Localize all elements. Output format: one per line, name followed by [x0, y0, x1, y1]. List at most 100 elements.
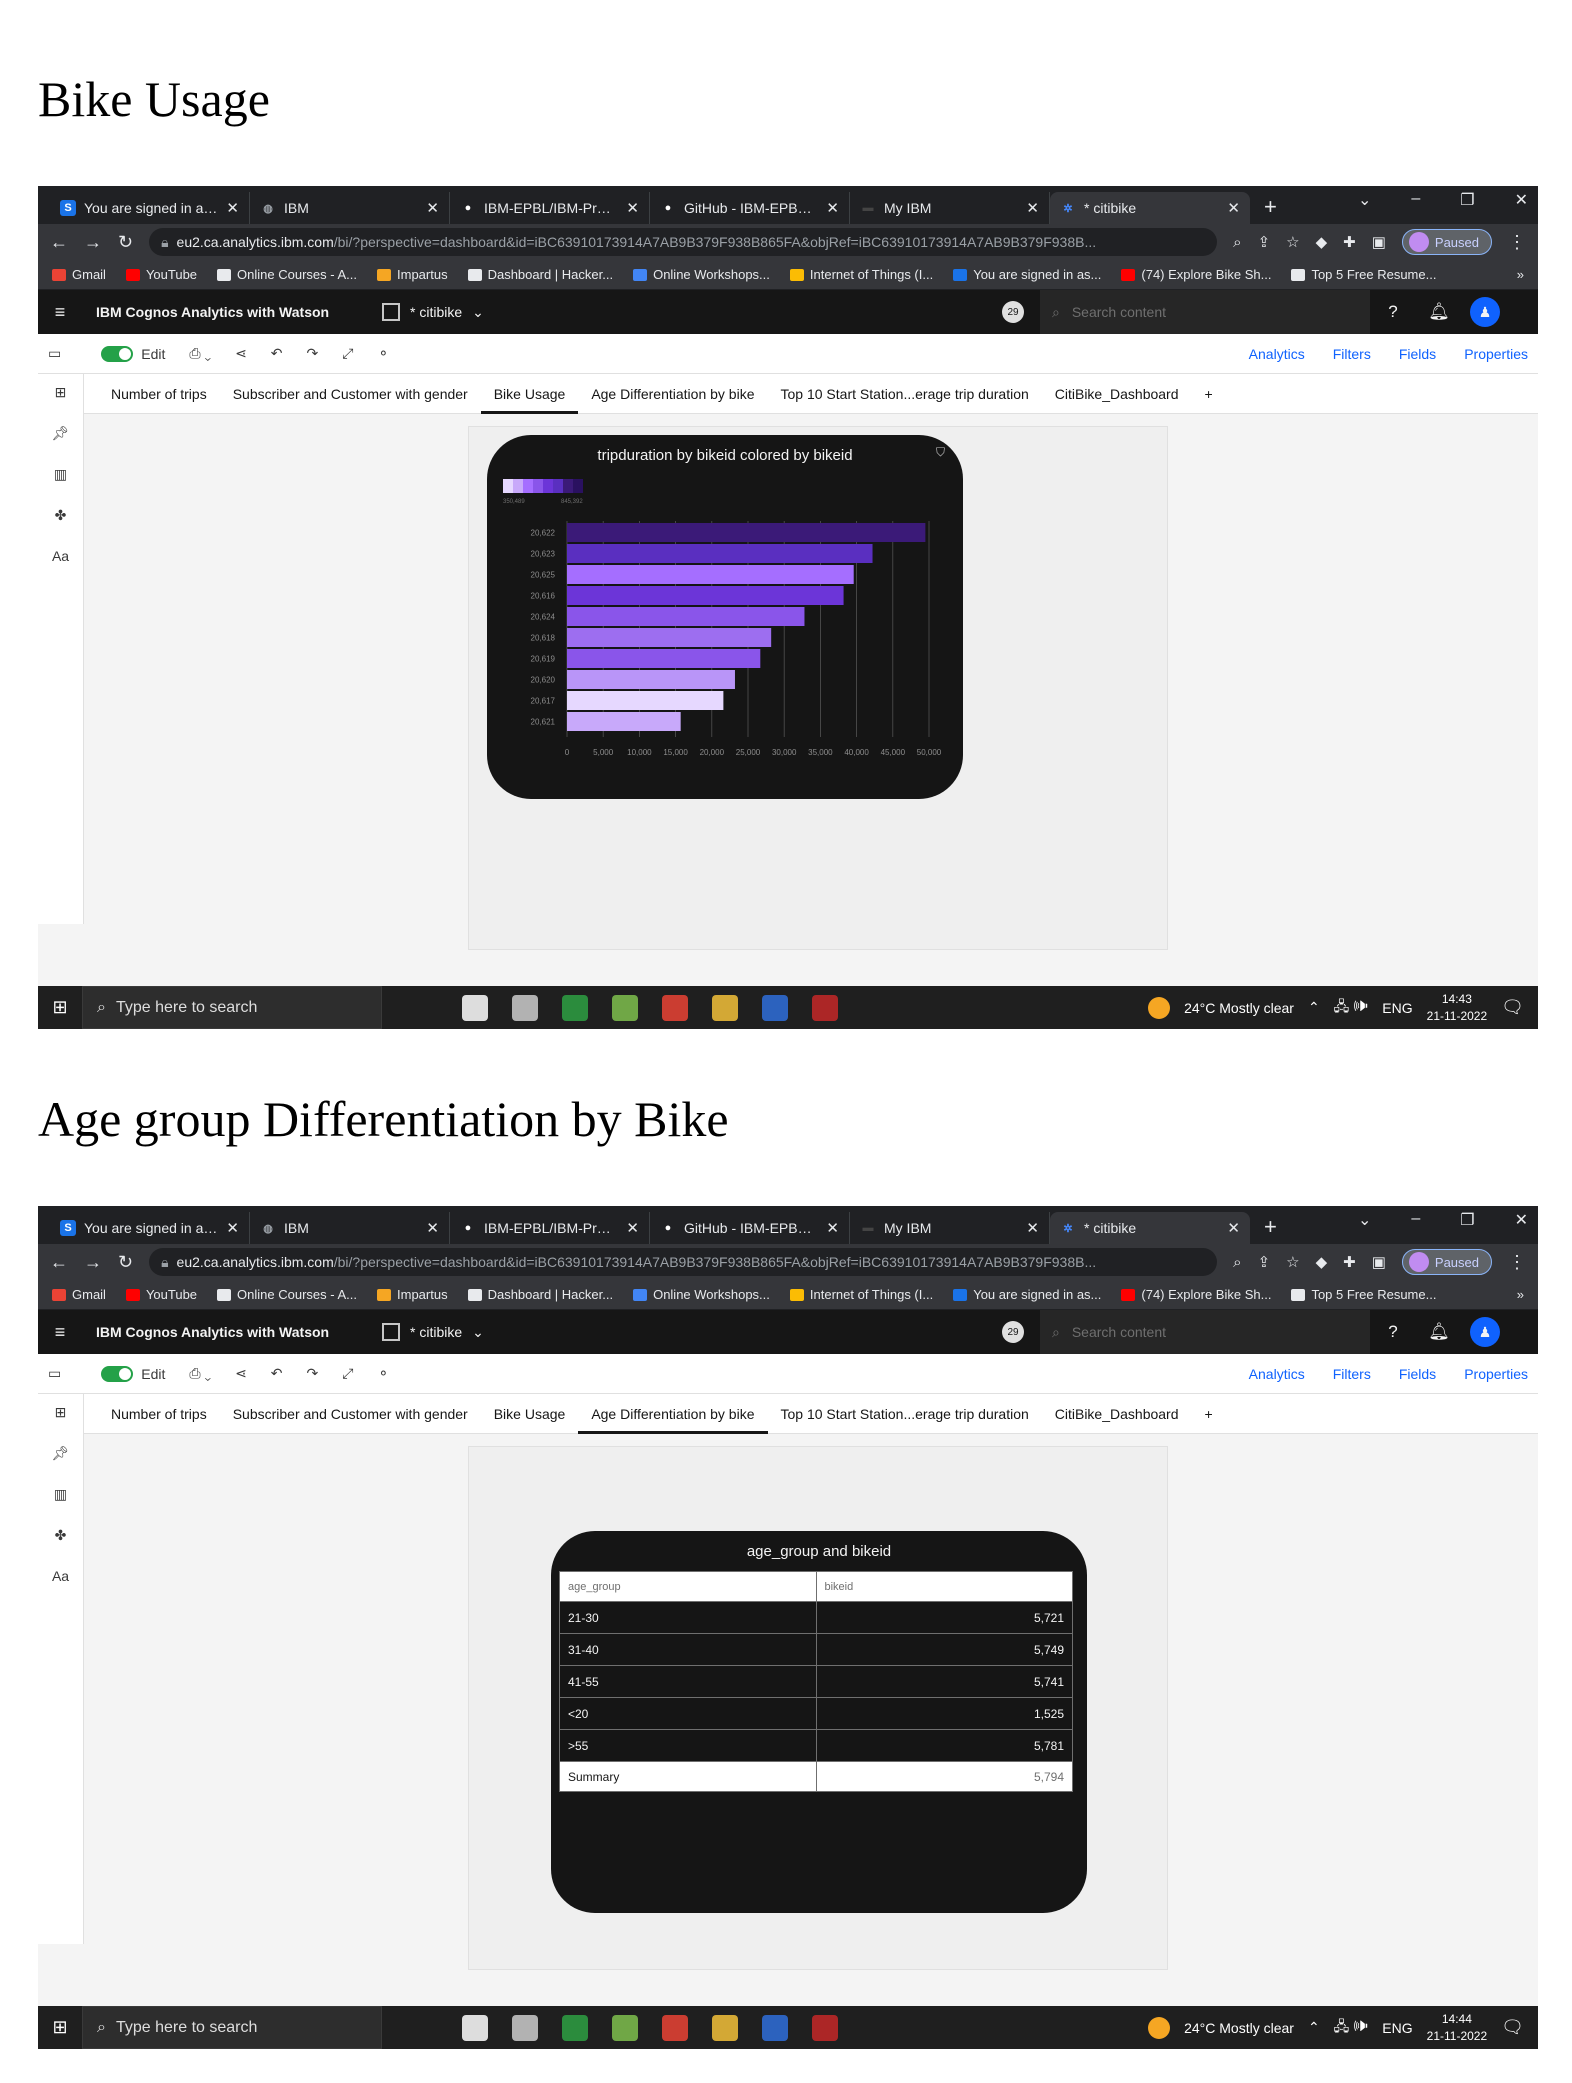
- hamburger-menu-icon[interactable]: ≡: [38, 302, 82, 323]
- network-icon[interactable]: 🖧︎ 🕪︎: [1334, 2016, 1369, 2040]
- bookmark[interactable]: Gmail: [52, 1287, 106, 1302]
- help-icon[interactable]: ?: [1370, 302, 1416, 322]
- forward-icon[interactable]: →: [84, 1252, 102, 1273]
- close-tab-icon[interactable]: ✕: [626, 1219, 639, 1237]
- new-tab-icon[interactable]: +: [1264, 1214, 1277, 1240]
- bookmark[interactable]: You are signed in as...: [953, 267, 1101, 282]
- forward-icon[interactable]: →: [84, 232, 102, 253]
- browser-tab[interactable]: ▬ My IBM ✕: [850, 1212, 1050, 1244]
- bar[interactable]: [567, 607, 805, 626]
- notification-count[interactable]: 29: [1002, 1321, 1024, 1343]
- extension-icon[interactable]: ◆: [1316, 233, 1328, 251]
- user-icon[interactable]: ♟: [1470, 297, 1500, 327]
- undo-icon[interactable]: ↶: [271, 1365, 283, 1382]
- profile-button[interactable]: Paused: [1401, 1249, 1492, 1275]
- dashboard-tab[interactable]: Bike Usage: [481, 1394, 579, 1434]
- comment-icon[interactable]: ▭: [48, 345, 61, 362]
- bookmark[interactable]: (74) Explore Bike Sh...: [1121, 267, 1271, 282]
- reload-icon[interactable]: ↻: [118, 232, 133, 253]
- edit-toggle[interactable]: Edit: [101, 345, 165, 362]
- chevron-down-icon[interactable]: ⌄: [472, 304, 484, 321]
- restore-icon[interactable]: ❐: [1460, 190, 1474, 210]
- app-icon[interactable]: [562, 2014, 588, 2041]
- bookmark[interactable]: Dashboard | Hacker...: [467, 1287, 613, 1302]
- dashboard-tab[interactable]: Bike Usage: [480, 374, 579, 414]
- browser-tab[interactable]: ● GitHub - IBM-EPBL/IB ✕: [650, 192, 850, 224]
- weather-text[interactable]: 24°C Mostly clear: [1184, 1000, 1294, 1016]
- explorer-icon[interactable]: [712, 2014, 738, 2041]
- windows-start-icon[interactable]: ⊞: [38, 997, 82, 1018]
- add-tab-button[interactable]: +: [1192, 374, 1226, 414]
- close-tab-icon[interactable]: ✕: [1026, 1219, 1039, 1237]
- close-window-icon[interactable]: ✕: [1515, 190, 1528, 210]
- chevron-down-icon[interactable]: ⌄: [1358, 190, 1371, 210]
- bell-icon[interactable]: 🔔︎: [1416, 302, 1462, 322]
- sidebar-icon[interactable]: ▣: [1372, 1253, 1386, 1271]
- close-window-icon[interactable]: ✕: [1515, 1210, 1528, 1230]
- zoom-icon[interactable]: ⌕: [1233, 1254, 1241, 1271]
- close-tab-icon[interactable]: ✕: [1227, 1219, 1240, 1237]
- cortana-icon[interactable]: [462, 994, 488, 1021]
- notepad-icon[interactable]: [612, 2014, 638, 2041]
- bookmark[interactable]: Online Workshops...: [633, 1287, 770, 1302]
- puzzle-icon[interactable]: ✚: [1343, 233, 1356, 251]
- chevron-up-icon[interactable]: ⌃: [1308, 999, 1320, 1016]
- bookmark[interactable]: Impartus: [377, 267, 448, 282]
- browser-tab[interactable]: ● IBM-EPBL/IBM-Projec ✕: [450, 192, 650, 224]
- tool-filters[interactable]: Filters: [1333, 346, 1371, 362]
- dashboard-tab[interactable]: Number of trips: [98, 1394, 220, 1434]
- bookmark[interactable]: YouTube: [125, 267, 197, 282]
- dashboard-tab[interactable]: Age Differentiation by bike: [578, 1394, 768, 1434]
- close-tab-icon[interactable]: ✕: [1227, 199, 1240, 217]
- back-icon[interactable]: ←: [50, 232, 68, 253]
- bar[interactable]: [567, 586, 844, 605]
- table-row[interactable]: 21-30 5,721: [559, 1601, 1073, 1634]
- tree-icon[interactable]: ⊞: [55, 1404, 67, 1421]
- star-icon[interactable]: ☆: [1286, 1253, 1299, 1271]
- bar[interactable]: [567, 544, 873, 563]
- restore-icon[interactable]: ❐: [1460, 1210, 1474, 1230]
- edit-toggle[interactable]: Edit: [101, 1365, 165, 1382]
- dashboard-tab[interactable]: CitiBike_Dashboard: [1042, 1394, 1192, 1434]
- report-selector[interactable]: * citibike ⌄: [382, 1323, 1002, 1341]
- text-icon[interactable]: Aa: [52, 1568, 69, 1584]
- task-view-icon[interactable]: [512, 2014, 538, 2041]
- bar[interactable]: [567, 670, 735, 689]
- save-icon[interactable]: ⎙ ⌄: [189, 1365, 211, 1382]
- share-icon[interactable]: ⋖: [235, 1365, 247, 1382]
- bookmark[interactable]: Gmail: [52, 267, 106, 282]
- more-bookmarks-icon[interactable]: »: [1517, 267, 1524, 282]
- tool-analytics[interactable]: Analytics: [1249, 346, 1305, 362]
- bookmark[interactable]: Online Courses - A...: [217, 267, 357, 282]
- fullscreen-icon[interactable]: ⤢: [342, 1365, 353, 1382]
- toggle-switch[interactable]: [101, 1365, 134, 1382]
- tool-properties[interactable]: Properties: [1464, 346, 1528, 362]
- table-row[interactable]: <20 1,525: [559, 1697, 1073, 1730]
- widgets-icon[interactable]: ✤: [55, 507, 67, 524]
- dashboard-tab[interactable]: Number of trips: [98, 374, 220, 414]
- chrome-icon[interactable]: [662, 994, 688, 1021]
- pin-icon[interactable]: 📌︎: [52, 425, 70, 442]
- zoom-icon[interactable]: ⌕: [1233, 234, 1241, 251]
- chevron-down-icon[interactable]: ⌄: [1358, 1210, 1371, 1230]
- bell-icon[interactable]: 🔔︎: [1416, 1322, 1462, 1342]
- browser-tab[interactable]: ◍ IBM ✕: [250, 192, 450, 224]
- chart-card[interactable]: tripduration by bikeid colored by bikeid…: [487, 435, 963, 799]
- windows-start-icon[interactable]: ⊞: [38, 2017, 82, 2038]
- tool-fields[interactable]: Fields: [1399, 346, 1436, 362]
- bookmark[interactable]: Online Workshops...: [633, 267, 770, 282]
- help-icon[interactable]: ?: [1370, 1322, 1416, 1342]
- widgets-icon[interactable]: ✤: [55, 1527, 67, 1544]
- report-selector[interactable]: * citibike ⌄: [382, 303, 1002, 321]
- more-bookmarks-icon[interactable]: »: [1517, 1287, 1524, 1302]
- star-icon[interactable]: ☆: [1286, 233, 1299, 251]
- browser-tab[interactable]: ● IBM-EPBL/IBM-Projec ✕: [450, 1212, 650, 1244]
- bookmark[interactable]: Internet of Things (I...: [789, 1287, 933, 1302]
- tool-analytics[interactable]: Analytics: [1249, 1366, 1305, 1382]
- bookmark[interactable]: Online Courses - A...: [217, 1287, 357, 1302]
- chrome-icon[interactable]: [662, 2014, 688, 2041]
- back-icon[interactable]: ←: [50, 1252, 68, 1273]
- notification-center-icon[interactable]: 🗨︎: [1501, 997, 1524, 1018]
- bar[interactable]: [567, 691, 724, 710]
- bookmark[interactable]: Dashboard | Hacker...: [467, 267, 613, 282]
